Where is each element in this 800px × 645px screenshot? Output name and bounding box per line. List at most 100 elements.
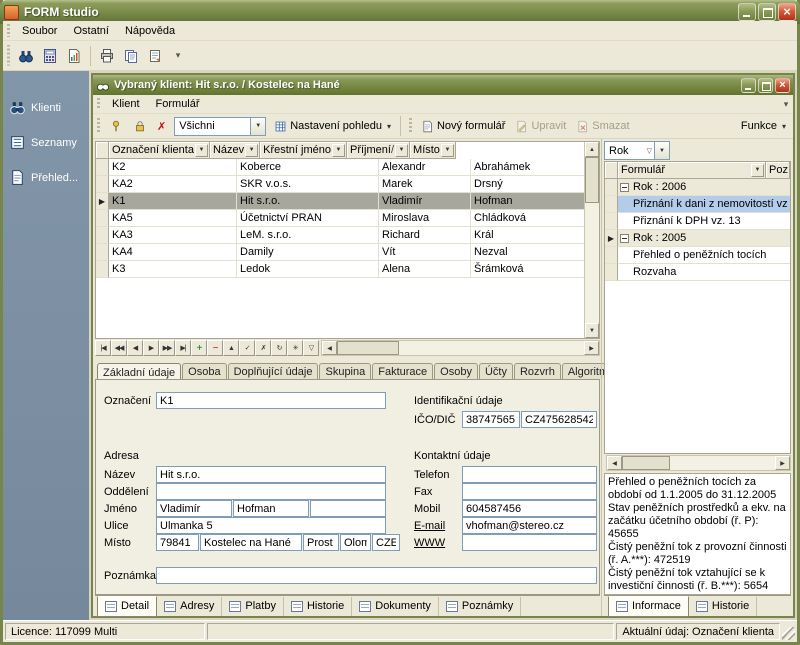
bottom-tab[interactable]: Dokumenty xyxy=(352,597,439,616)
form-row-label-cell[interactable]: Přiznání k dani z nemovitostí vz xyxy=(618,196,790,213)
psc-input[interactable] xyxy=(156,534,199,551)
toolbar-overflow-button[interactable] xyxy=(171,48,185,64)
client-menubar-grip[interactable] xyxy=(96,98,101,111)
detail-tab[interactable]: Osoby xyxy=(434,363,478,379)
cell-oznaceni-klienta[interactable]: K1 xyxy=(109,193,237,210)
client-toolbar-grip-2[interactable] xyxy=(408,118,413,135)
navigator-button[interactable]: ▲ xyxy=(223,340,239,356)
bottom-tab[interactable]: Historie xyxy=(284,597,352,616)
cell-prijmeni[interactable]: Nezval xyxy=(471,244,584,261)
scroll-up-icon[interactable]: ▲ xyxy=(585,142,599,157)
okres-input[interactable] xyxy=(303,534,339,551)
client-maximize-button[interactable] xyxy=(758,78,773,93)
edit-button[interactable]: Upravit xyxy=(510,116,571,137)
minimize-button[interactable] xyxy=(738,3,756,21)
ulice-input[interactable] xyxy=(156,517,386,534)
column-header[interactable]: Označení klienta xyxy=(109,142,210,159)
cell-prijmeni[interactable]: Abrahámek xyxy=(471,159,584,176)
form-row-label-cell[interactable]: Rok : 2006 xyxy=(618,179,790,196)
detail-tab[interactable]: Účty xyxy=(479,363,513,379)
scroll-right-icon[interactable]: ▶ xyxy=(775,456,790,470)
detail-tab[interactable]: Doplňující údaje xyxy=(228,363,319,379)
clients-grid-vscrollbar[interactable]: ▲ ▼ xyxy=(584,142,599,338)
mobil-input[interactable] xyxy=(462,500,597,517)
find-clients-button[interactable] xyxy=(14,44,38,68)
client-menu-overflow-button[interactable] xyxy=(779,96,793,112)
chevron-down-icon[interactable] xyxy=(250,118,265,135)
functions-button[interactable]: Funkce xyxy=(736,116,791,137)
www-input[interactable] xyxy=(462,534,597,551)
navigator-button[interactable]: ✓ xyxy=(239,340,255,356)
column-filter-icon[interactable] xyxy=(441,144,454,157)
column-header[interactable]: Místo xyxy=(410,142,456,159)
oznaceni-input[interactable] xyxy=(156,392,386,409)
calculator-button[interactable] xyxy=(38,44,62,68)
form-row-label-cell[interactable]: Přehled o peněžních tocích xyxy=(618,247,790,264)
navigator-button[interactable]: ▽ xyxy=(303,340,319,356)
cell-nazev[interactable]: SKR v.o.s. xyxy=(237,176,379,193)
cell-nazev[interactable]: Koberce xyxy=(237,159,379,176)
cell-nazev[interactable]: Ledok xyxy=(237,261,379,278)
cell-prijmeni[interactable]: Šrámková xyxy=(471,261,584,278)
misto-input[interactable] xyxy=(200,534,302,551)
cell-oznaceni-klienta[interactable]: K2 xyxy=(109,159,237,176)
cell-krestni-jmeno[interactable]: Miroslava xyxy=(379,210,471,227)
detail-tab[interactable]: Fakturace xyxy=(372,363,433,379)
maximize-button[interactable] xyxy=(758,3,776,21)
menu-item[interactable]: Soubor xyxy=(14,22,65,40)
cell-oznaceni-klienta[interactable]: KA2 xyxy=(109,176,237,193)
clients-grid-hscrollbar[interactable]: ◀ ▶ xyxy=(321,340,600,356)
cell-oznaceni-klienta[interactable]: KA4 xyxy=(109,244,237,261)
view-settings-button[interactable]: Nastavení pohledu xyxy=(269,116,396,137)
bottom-tab[interactable]: Detail xyxy=(97,596,157,617)
client-row[interactable]: KA3 LeM. s.r.o. Richard Král Cheb xyxy=(96,227,584,244)
cell-nazev[interactable]: LeM. s.r.o. xyxy=(237,227,379,244)
cell-prijmeni[interactable]: Hofman xyxy=(471,193,584,210)
hscroll-thumb[interactable] xyxy=(337,341,399,355)
detail-tab[interactable]: Skupina xyxy=(319,363,371,379)
client-toolbar-grip[interactable] xyxy=(96,118,101,135)
column-filter-icon[interactable] xyxy=(395,144,408,157)
cell-nazev[interactable]: Damily xyxy=(237,244,379,261)
filter-combobox[interactable]: Všichni xyxy=(174,117,266,136)
navigator-button[interactable]: + xyxy=(191,340,207,356)
year-filter-combobox[interactable]: Rok ▽ xyxy=(604,141,670,160)
client-row[interactable]: K2 Koberce Alexandr Abrahámek Karv xyxy=(96,159,584,176)
resize-grip[interactable] xyxy=(782,627,795,640)
poznamka-input[interactable] xyxy=(156,567,597,584)
navigator-button[interactable]: ↻ xyxy=(271,340,287,356)
stat-input[interactable] xyxy=(372,534,400,551)
kraj-input[interactable] xyxy=(340,534,371,551)
cell-nazev[interactable]: Účetnictví PRAN xyxy=(237,210,379,227)
form-row[interactable]: Přiznání k DPH vz. 13 xyxy=(605,213,790,230)
form-row[interactable]: ▶ Rok : 2005 xyxy=(605,230,790,247)
form-row[interactable]: Rok : 2006 xyxy=(605,179,790,196)
menu-item[interactable]: Nápověda xyxy=(117,22,183,40)
navigator-button[interactable]: ◀◀ xyxy=(111,340,127,356)
column-header[interactable]: Křestní jméno xyxy=(260,142,347,159)
expander-icon[interactable] xyxy=(620,183,629,192)
bottom-tab[interactable]: Platby xyxy=(222,597,284,616)
jmeno-input[interactable] xyxy=(156,500,232,517)
nazev-input[interactable] xyxy=(156,466,386,483)
client-row[interactable]: KA5 Účetnictví PRAN Miroslava Chládková … xyxy=(96,210,584,227)
client-row[interactable]: KA2 SKR v.o.s. Marek Drsný Rudn xyxy=(96,176,584,193)
detail-tab[interactable]: Rozvrh xyxy=(514,363,561,379)
print-button[interactable] xyxy=(95,44,119,68)
bottom-tab[interactable]: Adresy xyxy=(157,597,222,616)
hscroll-thumb[interactable] xyxy=(622,456,670,470)
cell-prijmeni[interactable]: Chládková xyxy=(471,210,584,227)
titul-input[interactable] xyxy=(310,500,386,517)
cell-nazev[interactable]: Hit s.r.o. xyxy=(237,193,379,210)
column-header[interactable]: Příjmení / xyxy=(347,142,410,159)
bottom-tab[interactable]: Poznámky xyxy=(439,597,521,616)
info-tab[interactable]: Historie xyxy=(689,597,757,616)
www-label[interactable]: WWW xyxy=(414,537,445,549)
column-filter-icon[interactable] xyxy=(245,144,258,157)
cell-oznaceni-klienta[interactable]: K3 xyxy=(109,261,237,278)
email-label[interactable]: E-mail xyxy=(414,520,445,532)
client-minimize-button[interactable] xyxy=(741,78,756,93)
toolbar-grip[interactable] xyxy=(6,45,11,65)
pin-button[interactable] xyxy=(104,116,128,137)
navigator-button[interactable]: ✗ xyxy=(255,340,271,356)
